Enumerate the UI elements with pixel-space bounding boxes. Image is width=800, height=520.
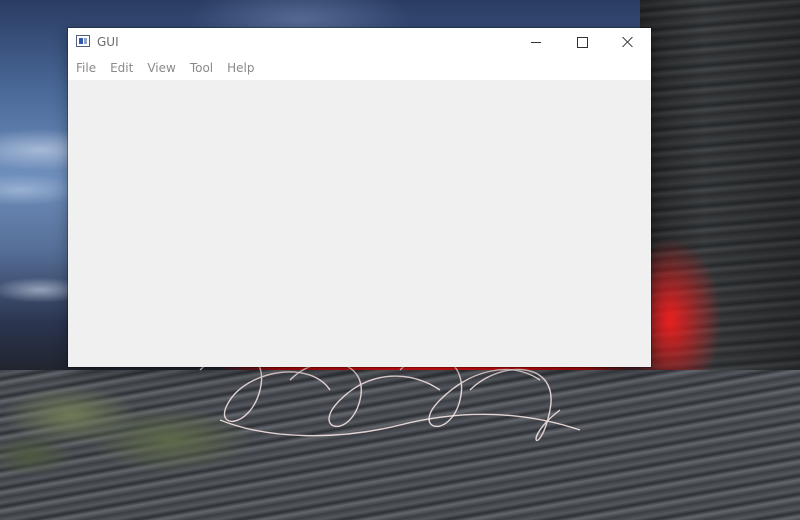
window-title: GUI — [97, 35, 119, 49]
title-bar[interactable]: GUI — [68, 28, 651, 56]
menu-view[interactable]: View — [140, 56, 182, 80]
minimize-icon — [531, 41, 541, 43]
minimize-button[interactable] — [513, 28, 559, 56]
menu-bar: File Edit View Tool Help — [68, 56, 651, 80]
app-window-icon[interactable] — [76, 35, 90, 47]
app-window: GUI File Edit View Tool Help — [68, 28, 651, 367]
maximize-button[interactable] — [559, 28, 605, 56]
menu-edit[interactable]: Edit — [103, 56, 140, 80]
menu-help[interactable]: Help — [220, 56, 261, 80]
client-area[interactable] — [68, 80, 651, 367]
menu-file[interactable]: File — [68, 56, 103, 80]
app-icon-bar-secondary — [84, 38, 87, 44]
close-icon — [622, 36, 634, 48]
menu-tool[interactable]: Tool — [183, 56, 220, 80]
app-icon-bar — [79, 38, 83, 44]
maximize-icon — [576, 36, 588, 48]
close-button[interactable] — [605, 28, 651, 56]
